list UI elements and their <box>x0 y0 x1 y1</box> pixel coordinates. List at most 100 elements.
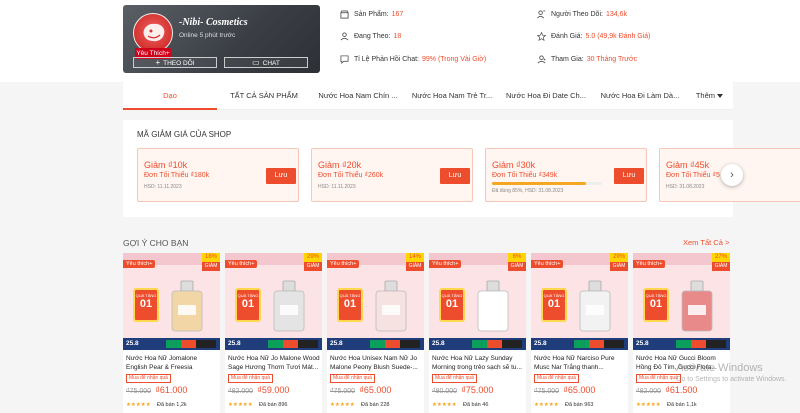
rating-stars-icon: ★★★★★ <box>432 402 457 408</box>
voucher-expiry: Đã dùng 85%, HSD: 31.08.2023 <box>492 188 564 194</box>
shop-nav-tabs: Dạo TẤT CẢ SẢN PHẨM Nước Hoa Nam Chín ..… <box>123 82 733 110</box>
shop-stats: Sản Phẩm: 167 Người Theo Dõi: 134,6k Đang … <box>340 0 780 80</box>
save-voucher-button[interactable]: Lưu <box>440 168 470 184</box>
discount-label: GIẢM <box>406 262 424 271</box>
rating-stars-icon: ★★★★★ <box>126 402 151 408</box>
plus-icon: + <box>155 58 161 67</box>
watermark-line-2: Go to Settings to activate Windows. <box>676 376 787 383</box>
stat-value: 30 Tháng Trước <box>586 56 638 63</box>
voucher-card: Giảm ₫30k Đơn Tối Thiểu ₫349k Đã dùng 85… <box>485 148 647 202</box>
discount-label: GIẢM <box>712 262 730 271</box>
discount-percent: 18% <box>204 254 217 260</box>
promo-strip <box>166 340 216 348</box>
discount-percent: 29% <box>306 254 319 260</box>
stat-value: 18 <box>393 33 402 40</box>
price-row: ₫80.000 ₫75.000 <box>432 385 493 395</box>
stat-rating: Đánh Giá: 5.0 (49,9k Đánh Giá) <box>537 32 651 41</box>
chevron-right-icon[interactable]: › <box>721 164 743 186</box>
discount-label: GIẢM <box>508 262 526 271</box>
tab-more[interactable]: Thêm <box>696 82 733 110</box>
perfume-bottle-icon <box>273 280 305 332</box>
favorite-tag: Yêu thích+ <box>123 260 156 268</box>
perfume-bottle-icon <box>681 280 713 332</box>
chat-button[interactable]: ▭ CHAT <box>224 57 308 68</box>
tab-explore[interactable]: Dạo <box>123 82 217 110</box>
stat-value: 5.0 (49,9k Đánh Giá) <box>585 33 651 40</box>
sold-count: Đã bán 1,1k <box>667 402 697 408</box>
tab-category-4[interactable]: Nước Hoa Đi Làm Dà... <box>593 82 687 110</box>
sale-price: ₫65.000 <box>359 385 392 395</box>
tab-category-3[interactable]: Nước Hoa Đi Date Ch... <box>499 82 593 110</box>
sale-price: ₫59.000 <box>257 385 290 395</box>
store-icon <box>340 10 349 19</box>
sale-price: ₫61.000 <box>155 385 188 395</box>
original-price: ₫82.000 <box>228 388 254 395</box>
shop-card: Yêu Thích+ -Nibi- Cosmetics Online 5 phú… <box>123 5 320 73</box>
follow-button[interactable]: + THEO DÕI <box>133 57 217 68</box>
promo-date: 25.8 <box>228 340 241 347</box>
gift-tag: QUÀ TẶNG 01 <box>643 288 669 322</box>
product-card[interactable]: Yêu thích+ 29% GIẢM QUÀ TẶNG 01 25.8 Nướ… <box>225 253 322 413</box>
tab-all-products[interactable]: TẤT CẢ SẢN PHẨM <box>217 82 311 110</box>
favorite-tag: Yêu thích+ <box>531 260 564 268</box>
voucher-section-title: MÃ GIẢM GIÁ CỦA SHOP <box>137 130 232 139</box>
promo-bar: 25.8 <box>225 338 322 350</box>
voucher-min-order: Đơn Tối Thiểu ₫349k <box>492 172 558 179</box>
perfume-bottle-icon <box>375 280 407 332</box>
perfume-bottle-icon <box>477 280 509 332</box>
chat-bubble-icon: ▭ <box>252 58 260 67</box>
save-voucher-button[interactable]: Lưu <box>266 168 296 184</box>
promo-strip <box>472 340 522 348</box>
sold-count: Đã bán 46 <box>463 402 489 408</box>
stat-label: Sản Phẩm: <box>354 11 389 18</box>
sale-price: ₫65.000 <box>563 385 596 395</box>
tab-category-1[interactable]: Nước Hoa Nam Chín ... <box>311 82 405 110</box>
product-card[interactable]: Yêu thích+ 27% GIẢM QUÀ TẶNG 01 25.8 Nướ… <box>633 253 730 413</box>
voucher-expiry: HSD: 11.11.2023 <box>318 184 356 190</box>
product-card[interactable]: Yêu thích+ 18% GIẢM QUÀ TẶNG 01 25.8 Nướ… <box>123 253 220 413</box>
see-all-link[interactable]: Xem Tất Cả > <box>683 238 729 247</box>
product-image: Yêu thích+ 18% GIẢM QUÀ TẶNG 01 25.8 <box>123 253 220 350</box>
price-row: ₫75.000 ₫65.000 <box>330 385 391 395</box>
voucher-expiry: HSD: 31.08.2023 <box>666 184 705 190</box>
shop-avatar[interactable] <box>133 13 173 53</box>
rating-stars-icon: ★★★★★ <box>330 402 355 408</box>
recommend-title: GỢI Ý CHO BẠN <box>123 238 189 248</box>
gift-tag: QUÀ TẶNG 01 <box>133 288 159 322</box>
sold-count: Đã bán 896 <box>259 402 288 408</box>
windows-activation-watermark: Activate Windows Go to Settings to activ… <box>676 362 787 383</box>
voucher-min-order: Đơn Tối Thiểu ₫180k <box>144 172 210 179</box>
gift-badge: Mua để nhận quà <box>636 374 681 383</box>
product-card[interactable]: Yêu thích+ 29% GIẢM QUÀ TẶNG 01 25.8 Nướ… <box>531 253 628 413</box>
discount-badge: 29% GIẢM <box>610 253 628 271</box>
gift-tag: QUÀ TẶNG 01 <box>235 288 261 322</box>
product-card[interactable]: Yêu thích+ 6% GIẢM QUÀ TẶNG 01 25.8 Nước… <box>429 253 526 413</box>
followers-icon <box>537 10 546 19</box>
price-row: ₫82.000 ₫61.500 <box>636 385 697 395</box>
watermark-line-1: Activate Windows <box>676 362 763 374</box>
promo-bar: 25.8 <box>531 338 628 350</box>
discount-percent: 14% <box>408 254 421 260</box>
sale-price: ₫61.500 <box>665 385 698 395</box>
stat-products: Sản Phẩm: 167 <box>340 10 403 19</box>
gift-tag-number: 01 <box>445 298 459 310</box>
rating-stars-icon: ★★★★★ <box>228 402 253 408</box>
voucher-amount: Giảm ₫30k <box>492 160 536 170</box>
sold-count: Đã bán 1,2k <box>157 402 187 408</box>
product-card[interactable]: Yêu thích+ 14% GIẢM QUÀ TẶNG 01 25.8 Nướ… <box>327 253 424 413</box>
voucher-min-order: Đơn Tối Thiểu ₫260k <box>318 172 384 179</box>
tab-category-2[interactable]: Nước Hoa Nam Trẻ Tr... <box>405 82 499 110</box>
gift-badge: Mua để nhận quà <box>534 374 579 383</box>
voucher-usage-fill <box>492 182 586 185</box>
gift-tag-number: 01 <box>241 298 255 310</box>
favorite-tag: Yêu thích+ <box>225 260 258 268</box>
save-voucher-button[interactable]: Lưu <box>614 168 644 184</box>
discount-percent: 27% <box>714 254 727 260</box>
discount-percent: 6% <box>512 254 522 260</box>
promo-strip <box>676 340 726 348</box>
tab-more-label: Thêm <box>695 91 715 100</box>
gift-badge: Mua để nhận quà <box>228 374 273 383</box>
gift-tag-number: 01 <box>139 298 153 310</box>
promo-bar: 25.8 <box>123 338 220 350</box>
sale-price: ₫75.000 <box>461 385 494 395</box>
